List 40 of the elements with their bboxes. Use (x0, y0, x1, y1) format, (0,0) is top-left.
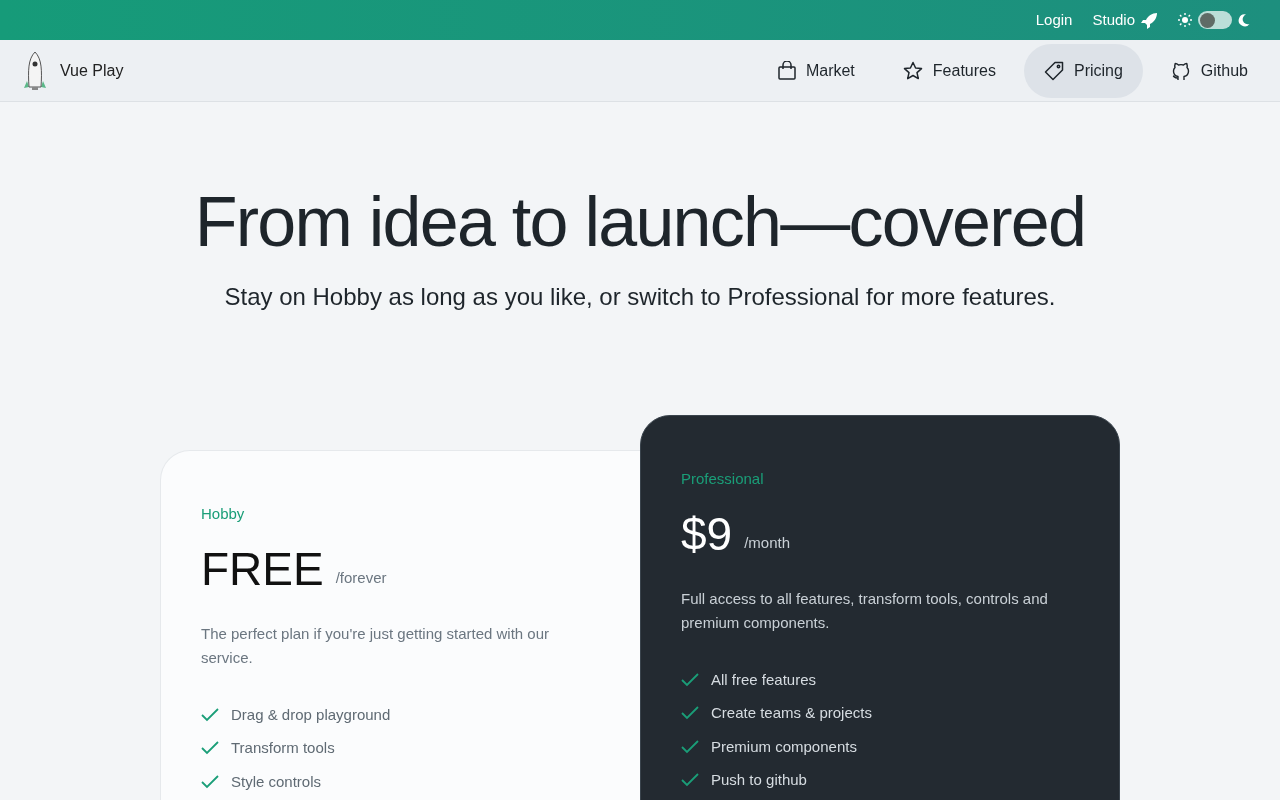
plan-description: The perfect plan if you're just getting started with our service. (201, 623, 551, 668)
theme-toggle[interactable] (1198, 11, 1232, 29)
plan-name: Professional (681, 469, 765, 489)
plan-name: Hobby (201, 504, 246, 524)
nav-link[interactable]: Market (757, 43, 875, 98)
feature-text: Transform tools (231, 738, 335, 758)
sun-icon (1178, 13, 1192, 27)
price-period: /month (744, 533, 791, 553)
nav-link[interactable]: Features (882, 43, 1016, 98)
check-icon (681, 672, 699, 687)
github-icon (1170, 60, 1191, 81)
plan-price: $9 (681, 510, 733, 557)
feature-text: Create teams & projects (711, 703, 872, 723)
login-link[interactable]: Login (1035, 8, 1073, 32)
price-period: /forever (335, 568, 387, 588)
hero-title: From idea to launch—covered (194, 187, 1086, 257)
feature-text: Drag & drop playground (231, 704, 391, 725)
feature-text: Style controls (231, 771, 322, 792)
check-icon (201, 774, 219, 789)
rocket-logo-icon (24, 50, 46, 91)
nav-link[interactable]: Pricing (1023, 43, 1143, 98)
check-icon (681, 773, 699, 788)
tag-icon (1043, 60, 1064, 81)
brand-name: Vue Play (60, 60, 124, 81)
plan-price: FREE (201, 545, 324, 592)
check-icon (681, 706, 699, 721)
plan-description: Full access to all features, transform tools, controls and premium components. (681, 588, 1049, 633)
hero-subtitle: Stay on Hobby as long as you like, or switch to Professional for more features. (224, 282, 1056, 312)
check-icon (681, 739, 699, 754)
feature-text: Push to github (711, 770, 807, 790)
nav-link[interactable]: Github (1150, 43, 1268, 98)
studio-link[interactable]: Studio (1092, 8, 1158, 32)
moon-icon (1238, 13, 1250, 27)
feature-text: Premium components (711, 736, 857, 757)
star-icon (902, 60, 923, 81)
check-icon (201, 707, 219, 722)
rocket-icon (1141, 11, 1158, 29)
feature-text: All free features (711, 669, 817, 690)
bag-icon (777, 61, 796, 80)
check-icon (201, 741, 219, 756)
